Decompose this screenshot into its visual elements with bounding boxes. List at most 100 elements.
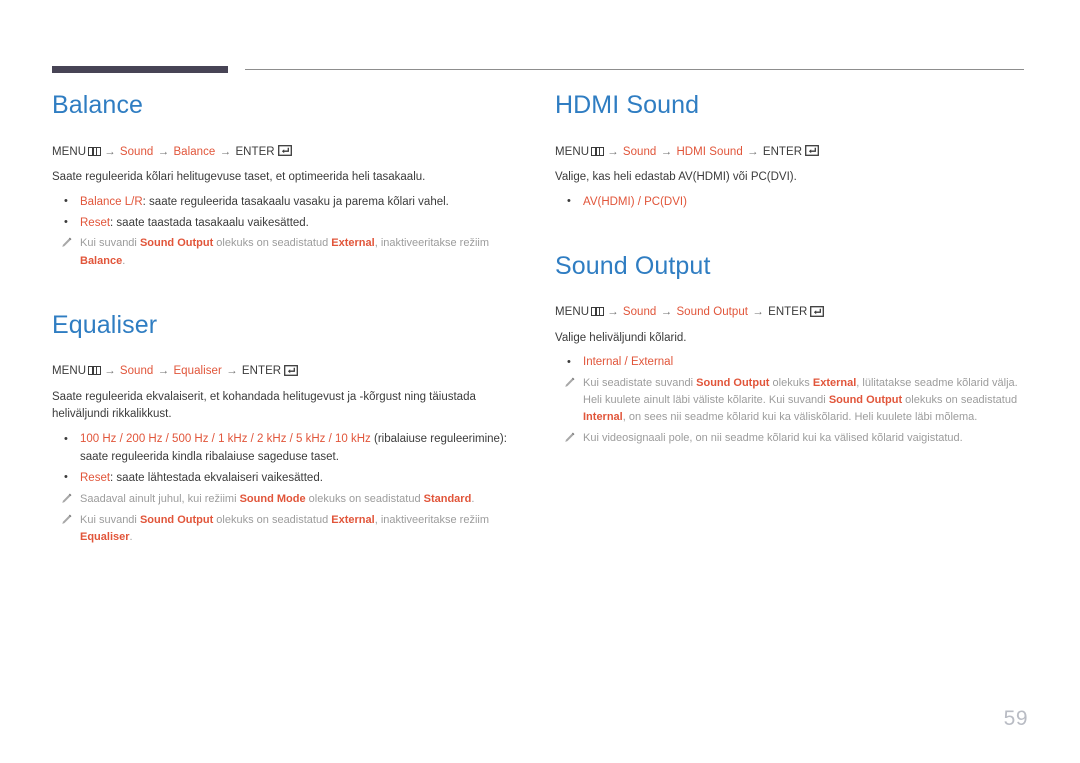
note-highlight: Sound Output (828, 394, 903, 407)
pencil-note-icon (62, 514, 72, 524)
page-title-hdmi-sound: HDMI Sound (555, 91, 700, 119)
note-highlight: Standard (423, 492, 472, 505)
bullet-term: Reset (80, 216, 111, 229)
note-text: , inaktiveeritakse režiim (374, 513, 490, 526)
path-arrow-2: → (157, 145, 170, 158)
pencil-note-icon (565, 377, 575, 388)
note-text: Kui seadistate suvandi (583, 377, 697, 390)
menu-path-enter-label: ENTER (768, 306, 808, 319)
menu-grid-icon (591, 307, 605, 317)
note-text: , on sees nii seadme kõlarid kui ka väli… (622, 411, 978, 424)
menu-path-root-label: MENU (52, 145, 87, 158)
menu-path-hdmi-sound: MENU → Sound → HDMI Sound → ENTER (555, 145, 1033, 161)
note-item: Kui suvandi Sound Output olekuks on sead… (52, 235, 530, 269)
bullet-text: : saate lähtestada ekvalaiseri vaikesätt… (110, 471, 323, 484)
enter-return-icon (805, 145, 820, 156)
description-balance: Saate reguleerida kõlari helitugevuse ta… (52, 171, 426, 184)
left-column: Balance MENU → Sound → Balance → ENTER Sa… (52, 91, 530, 550)
note-highlight: Sound Output (139, 237, 214, 250)
page-title-equaliser: Equaliser (52, 310, 158, 339)
note-item: Kui seadistate suvandi Sound Output olek… (555, 375, 1033, 426)
note-highlight: External (331, 237, 375, 250)
menu-path-root-label: MENU (555, 145, 590, 158)
description-highlight: PC(DVI) (750, 171, 794, 184)
path-arrow-2: → (660, 145, 673, 158)
section-hdmi-sound: HDMI Sound MENU → Sound → HDMI Sound → EN… (555, 91, 1033, 212)
description-equaliser: Saate reguleerida ekvalaiserit, et kohan… (52, 390, 476, 421)
bullet-list-hdmi-sound: AV(HDMI) / PC(DVI) (555, 193, 1033, 212)
bullet-text: : saate reguleerida tasakaalu vasaku ja … (142, 195, 449, 208)
section-equaliser: Equaliser MENU → Sound → Equaliser → ENTE… (52, 310, 530, 546)
bullet-term: 100 Hz / 200 Hz / 500 Hz / 1 kHz / 2 kHz… (80, 433, 371, 446)
note-text: Kui videosignaali pole, on nii seadme kõ… (583, 432, 963, 445)
note-text: olekuks on seadistatud (305, 492, 424, 505)
pencil-note-icon (62, 238, 72, 248)
description-text: või (729, 171, 751, 184)
path-arrow-3: → (219, 145, 232, 158)
note-item: Kui videosignaali pole, on nii seadme kõ… (555, 430, 1033, 447)
pencil-note-icon (62, 493, 72, 503)
menu-path-level2-label: HDMI Sound (676, 145, 743, 158)
enter-return-icon (277, 145, 292, 156)
note-text: olekuks on seadistatud (902, 394, 1018, 407)
path-arrow-1: → (104, 365, 116, 378)
note-highlight: Equaliser (80, 530, 130, 543)
note-list-sound-output: Kui seadistate suvandi Sound Output olek… (555, 375, 1033, 447)
bullet-list-balance: Balance L/R: saate reguleerida tasakaalu… (52, 193, 530, 233)
menu-path-balance: MENU → Sound → Balance → ENTER (52, 145, 530, 161)
page-header-rule (52, 66, 1024, 73)
path-arrow-3: → (752, 306, 764, 319)
header-rule-thin-line (245, 69, 1024, 70)
note-highlight: External (331, 513, 375, 526)
menu-path-level1-label: Sound (119, 365, 154, 378)
note-text: Saadaval ainult juhul, kui režiimi (80, 492, 240, 505)
menu-path-level1-label: Sound (622, 306, 657, 319)
path-arrow-1: → (607, 145, 619, 158)
bullet-term: Reset (80, 471, 111, 484)
path-arrow-2: → (660, 306, 673, 319)
enter-return-icon (284, 364, 299, 376)
description-hdmi-sound: Valige, kas heli edastab AV(HDMI) või PC… (555, 169, 1033, 187)
note-text: , inaktiveeritakse režiim (374, 237, 490, 250)
note-text: . (122, 254, 126, 267)
menu-path-level2-label: Balance (173, 145, 216, 158)
page-number: 59 (1003, 707, 1028, 730)
description-sound-output: Valige heliväljundi kõlarid. (555, 331, 687, 344)
note-item: Kui suvandi Sound Output olekuks on sead… (52, 512, 530, 546)
note-text: olekuks on seadistatud (213, 513, 332, 526)
menu-path-sound-output: MENU → Sound → Sound Output → ENTER (555, 305, 1033, 321)
menu-path-level1-label: Sound (622, 145, 657, 158)
enter-return-icon (810, 305, 825, 317)
list-item: Internal / External (555, 354, 1033, 372)
note-text: . (129, 530, 133, 543)
bullet-term: Balance L/R (80, 195, 143, 208)
note-highlight: Balance (80, 254, 123, 267)
section-balance: Balance MENU → Sound → Balance → ENTER Sa… (52, 91, 530, 270)
note-highlight: External (812, 377, 857, 390)
list-item: Reset: saate taastada tasakaalu vaikesät… (52, 214, 530, 233)
section-sound-output: Sound Output MENU → Sound → Sound Output … (555, 252, 1033, 448)
menu-path-root-label: MENU (555, 306, 590, 319)
bullet-term: AV(HDMI) / PC(DVI) (583, 195, 687, 208)
menu-path-level1-label: Sound (119, 145, 154, 158)
menu-path-enter-label: ENTER (762, 145, 803, 158)
description-text: . (793, 171, 797, 184)
menu-grid-icon (88, 146, 102, 156)
path-arrow-1: → (104, 145, 116, 158)
list-item: 100 Hz / 200 Hz / 500 Hz / 1 kHz / 2 kHz… (52, 431, 530, 467)
menu-grid-icon (88, 366, 102, 376)
bullet-term: Internal / External (583, 356, 674, 369)
note-text: . (471, 492, 475, 505)
menu-path-root-label: MENU (52, 365, 87, 378)
bullet-list-sound-output: Internal / External (555, 354, 1033, 372)
page-title-balance: Balance (52, 91, 144, 119)
path-arrow-1: → (607, 306, 619, 319)
menu-path-enter-label: ENTER (241, 365, 282, 378)
header-rule-accent-bar (52, 66, 228, 73)
note-item: Saadaval ainult juhul, kui režiimi Sound… (52, 491, 530, 508)
menu-path-equaliser: MENU → Sound → Equaliser → ENTER (52, 364, 530, 380)
note-text: olekuks on seadistatud (213, 237, 332, 250)
menu-path-enter-label: ENTER (235, 145, 275, 158)
